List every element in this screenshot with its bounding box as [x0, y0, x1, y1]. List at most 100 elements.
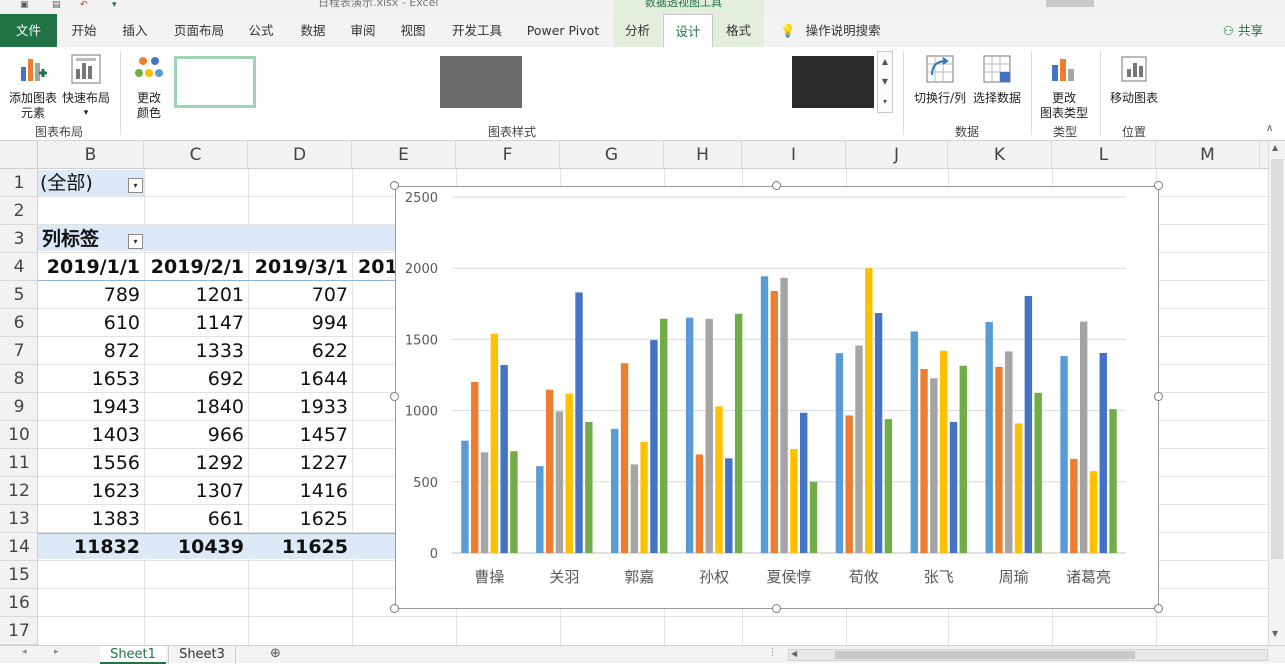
filter-value-cell[interactable]: (全部): [40, 169, 126, 197]
cell-c11[interactable]: 1292: [144, 449, 248, 477]
row-header-13[interactable]: 13: [0, 505, 38, 533]
cell-d11[interactable]: 1227: [248, 449, 352, 477]
tab-format[interactable]: 格式: [713, 14, 764, 47]
switch-row-column-button[interactable]: 切换行/列: [910, 53, 970, 106]
row-header-14[interactable]: 14: [0, 533, 38, 561]
cell-c13[interactable]: 661: [144, 505, 248, 533]
cell-c12[interactable]: 1307: [144, 477, 248, 505]
resize-handle-top-right[interactable]: [1154, 181, 1163, 190]
tab-insert[interactable]: 插入: [112, 14, 158, 47]
tab-home[interactable]: 开始: [60, 14, 108, 47]
cell-c10[interactable]: 966: [144, 421, 248, 449]
resize-handle-top-left[interactable]: [390, 181, 399, 190]
cell-d6[interactable]: 994: [248, 309, 352, 337]
chart-style-1[interactable]: [174, 56, 256, 108]
gallery-more-icon[interactable]: ▾: [878, 92, 892, 112]
gallery-scroll[interactable]: ▲ ▼ ▾: [877, 51, 893, 113]
resize-handle-right[interactable]: [1154, 392, 1163, 401]
cell-b8[interactable]: 1653: [38, 365, 144, 393]
cell-d8[interactable]: 1644: [248, 365, 352, 393]
total-cell-c14[interactable]: 10439: [144, 533, 248, 561]
row-header-17[interactable]: 17: [0, 617, 38, 645]
qat-icon[interactable]: ▤: [52, 0, 61, 10]
sheet-tab-sheet3[interactable]: Sheet3: [168, 646, 236, 664]
chart-style-3[interactable]: [352, 56, 434, 108]
pivot-chart[interactable]: 0 500 1000 1500 2000 2500 曹操 关羽 郭嘉 孙权 夏侯惇 荀攸 张飞 周瑜 诸葛亮: [395, 186, 1159, 609]
scroll-up-icon[interactable]: ▲: [878, 52, 892, 72]
header-cell-e4[interactable]: 201: [358, 253, 395, 281]
column-labels-cell[interactable]: 列标签: [42, 225, 122, 253]
chart-style-2[interactable]: [264, 56, 346, 108]
column-header-i[interactable]: I: [742, 141, 846, 169]
row-header-15[interactable]: 15: [0, 561, 38, 589]
column-header-l[interactable]: L: [1052, 141, 1156, 169]
change-colors-button[interactable]: 更改 颜色: [126, 53, 172, 121]
cell-b5[interactable]: 789: [38, 281, 144, 309]
row-header-11[interactable]: 11: [0, 449, 38, 477]
resize-handle-bottom[interactable]: [772, 604, 781, 613]
share-button[interactable]: ⚇ 共享: [1223, 14, 1263, 47]
save-icon[interactable]: ▣: [20, 0, 29, 10]
row-header-7[interactable]: 7: [0, 337, 38, 365]
cell-d12[interactable]: 1416: [248, 477, 352, 505]
scroll-up-arrow-icon[interactable]: ▲: [1272, 143, 1278, 152]
tell-me-search[interactable]: 💡 操作说明搜索: [780, 14, 881, 47]
column-header-f[interactable]: F: [456, 141, 560, 169]
column-header-k[interactable]: K: [948, 141, 1052, 169]
sheet-nav-next-icon[interactable]: ▸: [54, 647, 59, 657]
column-header-b[interactable]: B: [38, 141, 144, 169]
row-header-10[interactable]: 10: [0, 421, 38, 449]
undo-icon[interactable]: ↶: [80, 0, 88, 10]
quick-layout-button[interactable]: 快速布局 ▾: [60, 53, 112, 121]
header-cell-d4[interactable]: 2019/3/1: [248, 253, 352, 281]
add-chart-element-button[interactable]: 添加图表 元素: [6, 53, 60, 121]
chart-style-6[interactable]: [616, 56, 698, 108]
cell-c6[interactable]: 1147: [144, 309, 248, 337]
row-header-8[interactable]: 8: [0, 365, 38, 393]
tab-analyze[interactable]: 分析: [613, 14, 662, 47]
header-cell-c4[interactable]: 2019/2/1: [144, 253, 248, 281]
add-sheet-icon[interactable]: ⊕: [270, 646, 281, 661]
cell-c5[interactable]: 1201: [144, 281, 248, 309]
vertical-scroll-thumb[interactable]: [1271, 159, 1283, 559]
cell-b10[interactable]: 1403: [38, 421, 144, 449]
cell-b11[interactable]: 1556: [38, 449, 144, 477]
cell-c7[interactable]: 1333: [144, 337, 248, 365]
column-header-d[interactable]: D: [248, 141, 352, 169]
collapse-ribbon-icon[interactable]: ∧: [1266, 123, 1273, 134]
resize-handle-left[interactable]: [390, 392, 399, 401]
cell-b7[interactable]: 872: [38, 337, 144, 365]
row-header-6[interactable]: 6: [0, 309, 38, 337]
horizontal-scroll-thumb[interactable]: [835, 651, 1135, 659]
move-chart-button[interactable]: 移动图表: [1104, 53, 1164, 106]
tab-developer[interactable]: 开发工具: [442, 14, 512, 47]
cell-c9[interactable]: 1840: [144, 393, 248, 421]
column-header-h[interactable]: H: [664, 141, 742, 169]
scroll-left-arrow-icon[interactable]: ◀: [791, 649, 797, 658]
row-header-12[interactable]: 12: [0, 477, 38, 505]
row-header-2[interactable]: 2: [0, 197, 38, 225]
total-cell-d14[interactable]: 11625: [248, 533, 352, 561]
sheet-tab-sheet1[interactable]: Sheet1: [100, 646, 166, 664]
chart-style-4[interactable]: [440, 56, 522, 108]
tab-view[interactable]: 视图: [390, 14, 436, 47]
vertical-scrollbar[interactable]: ▲ ▼: [1268, 141, 1285, 645]
select-data-button[interactable]: 选择数据: [970, 53, 1024, 106]
tab-power-pivot[interactable]: Power Pivot: [517, 14, 609, 47]
column-header-j[interactable]: J: [846, 141, 948, 169]
column-header-c[interactable]: C: [144, 141, 248, 169]
cell-d5[interactable]: 707: [248, 281, 352, 309]
chart-style-8[interactable]: [792, 56, 874, 108]
header-cell-b4[interactable]: 2019/1/1: [38, 253, 144, 281]
cell-d7[interactable]: 622: [248, 337, 352, 365]
cell-d9[interactable]: 1933: [248, 393, 352, 421]
column-labels-dropdown-icon[interactable]: ▾: [128, 234, 143, 249]
login-button[interactable]: [1046, 0, 1094, 7]
select-all-corner[interactable]: [0, 141, 38, 169]
sheet-nav-prev-icon[interactable]: ◂: [22, 647, 27, 657]
column-header-e[interactable]: E: [352, 141, 456, 169]
tab-data[interactable]: 数据: [290, 14, 336, 47]
cell-b13[interactable]: 1383: [38, 505, 144, 533]
row-header-4[interactable]: 4: [0, 253, 38, 281]
tab-review[interactable]: 审阅: [340, 14, 386, 47]
